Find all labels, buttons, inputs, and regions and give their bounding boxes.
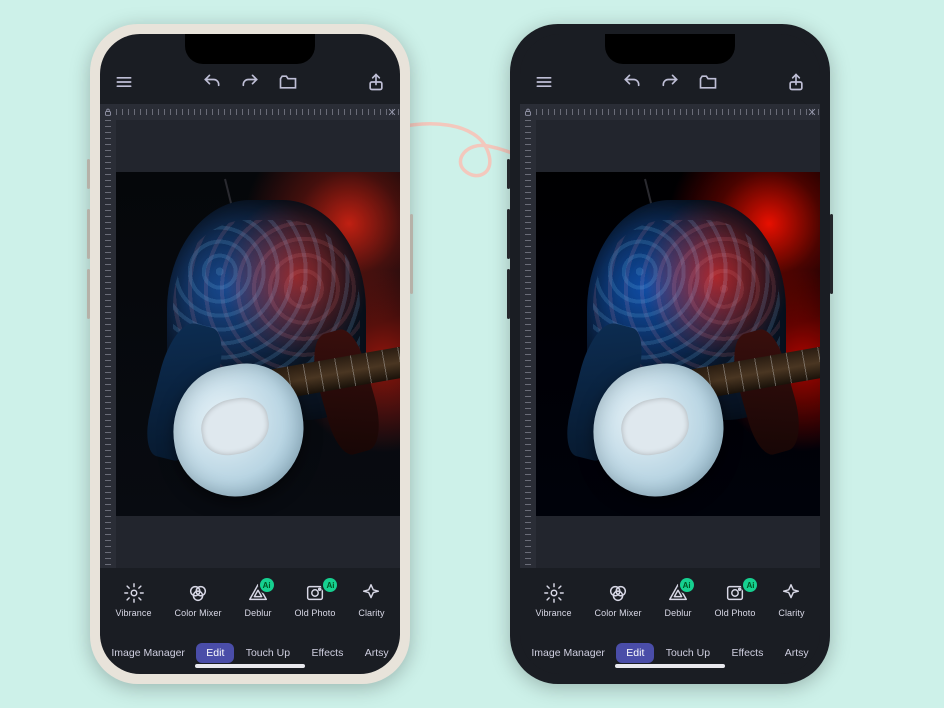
share-icon[interactable] [786,72,806,92]
edited-photo [536,172,820,516]
tool-clarity[interactable]: Clarity [358,582,384,618]
tab-edit[interactable]: Edit [616,643,654,663]
phone-before: Vibrance Color Mixer Ai Deblur Ai Old Ph… [90,24,410,684]
tool-label: Vibrance [115,608,151,618]
ruler-lock-icon[interactable] [520,104,536,120]
clarity-icon [360,582,382,604]
canvas-area [520,104,820,568]
clarity-icon [780,582,802,604]
ai-badge: Ai [323,578,337,592]
tab-image-manager[interactable]: Image Manager [521,643,615,663]
tool-vibrance[interactable]: Vibrance [535,582,571,618]
tab-effects[interactable]: Effects [721,643,773,663]
menu-icon[interactable] [114,72,134,92]
redo-icon[interactable] [240,72,260,92]
ruler-close-icon[interactable] [384,104,400,120]
tab-touch-up[interactable]: Touch Up [236,643,300,663]
image-canvas[interactable] [536,120,820,568]
tool-old-photo[interactable]: Ai Old Photo [715,582,756,618]
home-indicator [615,664,725,668]
tool-label: Vibrance [535,608,571,618]
tool-clarity[interactable]: Clarity [778,582,804,618]
tool-deblur[interactable]: Ai Deblur [665,582,692,618]
ruler-lock-icon[interactable] [100,104,116,120]
app-topbar [520,60,820,104]
tab-artsy[interactable]: Artsy [775,643,819,663]
adjust-tools-row: Vibrance Color Mixer Ai Deblur Ai Old Ph… [520,568,820,632]
undo-icon[interactable] [622,72,642,92]
tool-deblur[interactable]: Ai Deblur [245,582,272,618]
ruler-horizontal [536,104,820,120]
tool-color-mixer[interactable]: Color Mixer [175,582,222,618]
tool-label: Old Photo [715,608,756,618]
phone-after: Vibrance Color Mixer Ai Deblur Ai Old Ph… [510,24,830,684]
redo-icon[interactable] [660,72,680,92]
share-icon[interactable] [366,72,386,92]
vibrance-icon [123,582,145,604]
tool-label: Deblur [245,608,272,618]
tool-old-photo[interactable]: Ai Old Photo [295,582,336,618]
ruler-vertical [520,120,536,568]
ruler-horizontal [116,104,400,120]
color-mixer-icon [607,582,629,604]
ai-badge: Ai [260,578,274,592]
tool-color-mixer[interactable]: Color Mixer [595,582,642,618]
tab-artsy[interactable]: Artsy [355,643,399,663]
tool-label: Old Photo [295,608,336,618]
tool-label: Deblur [665,608,692,618]
tool-label: Color Mixer [175,608,222,618]
canvas-area [100,104,400,568]
color-mixer-icon [187,582,209,604]
tool-vibrance[interactable]: Vibrance [115,582,151,618]
phone-notch [185,34,315,64]
adjust-tools-row: Vibrance Color Mixer Ai Deblur Ai Old Ph… [100,568,400,632]
tab-effects[interactable]: Effects [301,643,353,663]
folder-icon[interactable] [698,72,718,92]
phone-notch [605,34,735,64]
ai-badge: Ai [680,578,694,592]
vibrance-icon [543,582,565,604]
tool-label: Color Mixer [595,608,642,618]
ruler-close-icon[interactable] [804,104,820,120]
undo-icon[interactable] [202,72,222,92]
tab-touch-up[interactable]: Touch Up [656,643,720,663]
tab-image-manager[interactable]: Image Manager [101,643,195,663]
menu-icon[interactable] [534,72,554,92]
edited-photo [116,172,400,516]
home-indicator [195,664,305,668]
folder-icon[interactable] [278,72,298,92]
tab-edit[interactable]: Edit [196,643,234,663]
tool-label: Clarity [778,608,804,618]
ai-badge: Ai [743,578,757,592]
image-canvas[interactable] [116,120,400,568]
app-topbar [100,60,400,104]
tool-label: Clarity [358,608,384,618]
ruler-vertical [100,120,116,568]
